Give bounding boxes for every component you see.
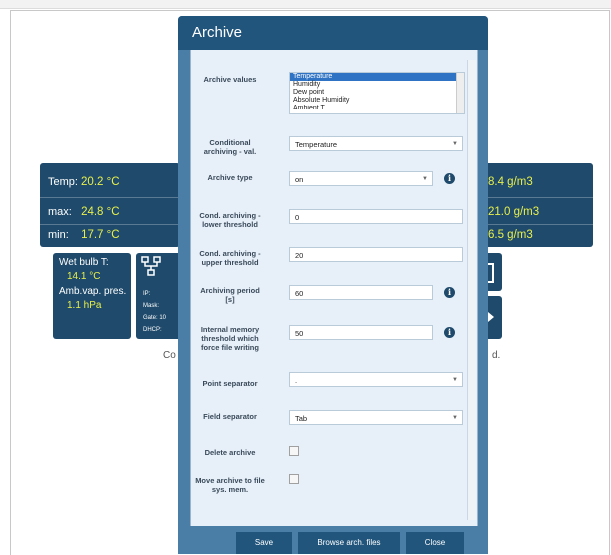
dialog-footer: Save Browse arch. files Close [178, 526, 488, 554]
info-icon[interactable]: i [444, 327, 455, 338]
vapor-pressure-label: Amb.vap. pres. [59, 286, 127, 297]
value-row-2: 21.0 g/m3 [488, 206, 539, 218]
delete-archive-checkbox[interactable] [289, 446, 299, 456]
chevron-down-icon: ▼ [452, 415, 458, 421]
field-separator-label: Field separator [203, 412, 257, 421]
min-value: 17.7 °C [81, 229, 120, 241]
dhcp-label: DHCP: [143, 327, 162, 333]
conditional-archiving-label: Conditional archiving - val. [203, 138, 257, 156]
chevron-down-icon: ▼ [452, 377, 458, 383]
arrow-right-icon [488, 312, 494, 322]
dialog-body: Archive values Temperature Humidity Dew … [190, 50, 478, 526]
temp-row: Temp: 20.2 °C [48, 176, 120, 188]
min-row: min: 17.7 °C [48, 229, 120, 241]
wet-bulb-value: 14.1 °C [67, 271, 101, 282]
info-icon[interactable]: i [444, 173, 455, 184]
max-label: max: [48, 206, 72, 218]
temp-label: Temp: [48, 176, 78, 188]
archiving-period-value: 60 [295, 289, 304, 298]
max-value: 24.8 °C [81, 206, 120, 218]
move-archive-checkbox[interactable] [289, 474, 299, 484]
lower-threshold-value: 0 [295, 213, 300, 222]
archive-type-value: on [295, 175, 304, 184]
chevron-down-icon: ▼ [452, 141, 458, 147]
move-archive-label: Move archive to file sys. mem. [195, 476, 265, 494]
divider [484, 197, 593, 198]
lower-threshold-input[interactable]: 0 [289, 209, 463, 224]
mask-label: Mask: [143, 303, 160, 309]
archive-type-select[interactable]: on ▼ [289, 171, 433, 186]
info-icon[interactable]: i [444, 287, 455, 298]
wet-bulb-label: Wet bulb T: [59, 257, 109, 268]
dialog-scrollbar[interactable] [467, 60, 476, 520]
value-1: 8.4 g/m3 [488, 176, 533, 188]
max-row: max: 24.8 °C [48, 206, 120, 218]
humidity-tile: 8.4 g/m3 21.0 g/m3 6.5 g/m3 [484, 163, 593, 247]
close-button[interactable]: Close [406, 532, 464, 554]
list-item[interactable]: Humidity [290, 81, 464, 89]
background-caption-left: Co [163, 350, 176, 361]
archive-values-label: Archive values [203, 75, 257, 84]
archiving-period-label: Archiving period [s] [200, 286, 260, 304]
browse-archive-files-button[interactable]: Browse arch. files [298, 532, 400, 554]
divider [40, 224, 180, 225]
conditional-archiving-value: Temperature [295, 140, 338, 149]
conditional-archiving-select[interactable]: Temperature ▼ [289, 136, 463, 151]
wet-bulb-tile: Wet bulb T: 14.1 °C Amb.vap. pres. 1.1 h… [53, 253, 131, 339]
value-row-3: 6.5 g/m3 [488, 229, 533, 241]
list-item[interactable]: Absolute Humidity [290, 97, 464, 105]
min-label: min: [48, 229, 69, 241]
memory-threshold-label: Internal memory threshold which force fi… [200, 325, 260, 352]
field-separator-value: Tab [295, 414, 308, 423]
browser-top-strip [0, 0, 611, 9]
lower-threshold-label: Cond. archiving - lower threshold [199, 211, 261, 229]
divider [40, 197, 180, 198]
field-separator-select[interactable]: Tab ▼ [289, 410, 463, 425]
point-separator-label: Point separator [202, 379, 258, 388]
temperature-tile: Temp: 20.2 °C max: 24.8 °C min: 17.7 °C [40, 163, 180, 247]
list-item[interactable]: Temperature [290, 73, 464, 81]
chevron-down-icon: ▼ [422, 176, 428, 182]
memory-threshold-input[interactable]: 50 [289, 325, 433, 340]
archive-values-listbox[interactable]: Temperature Humidity Dew point Absolute … [289, 72, 465, 114]
upper-threshold-label: Cond. archiving - upper threshold [199, 249, 261, 267]
upper-threshold-input[interactable]: 20 [289, 247, 463, 262]
listbox-scrollbar[interactable] [456, 73, 464, 113]
value-3: 6.5 g/m3 [488, 229, 533, 241]
archive-dialog: Archive Archive values Temperature Humid… [178, 16, 488, 554]
network-icon [141, 256, 161, 276]
divider [484, 224, 593, 225]
point-separator-value: . [295, 376, 298, 385]
dialog-header: Archive [178, 16, 488, 50]
vapor-pressure-value: 1.1 hPa [67, 300, 102, 311]
value-2: 21.0 g/m3 [488, 206, 540, 218]
delete-archive-label: Delete archive [204, 448, 256, 457]
value-row-1: 8.4 g/m3 [488, 176, 533, 188]
save-button[interactable]: Save [236, 532, 292, 554]
point-separator-select[interactable]: . ▼ [289, 372, 463, 387]
archiving-period-input[interactable]: 60 [289, 285, 433, 300]
temp-value: 20.2 °C [81, 176, 120, 188]
upper-threshold-value: 20 [295, 251, 304, 260]
dialog-title: Archive [192, 24, 243, 41]
background-caption-right: d. [492, 350, 501, 361]
gate-label: Gate: 10 [143, 315, 167, 321]
list-item[interactable]: Dew point [290, 89, 464, 97]
memory-threshold-value: 50 [295, 329, 304, 338]
archive-type-label: Archive type [207, 173, 253, 182]
ip-label: IP: [143, 291, 151, 297]
list-item[interactable]: Ambient T [290, 105, 464, 109]
